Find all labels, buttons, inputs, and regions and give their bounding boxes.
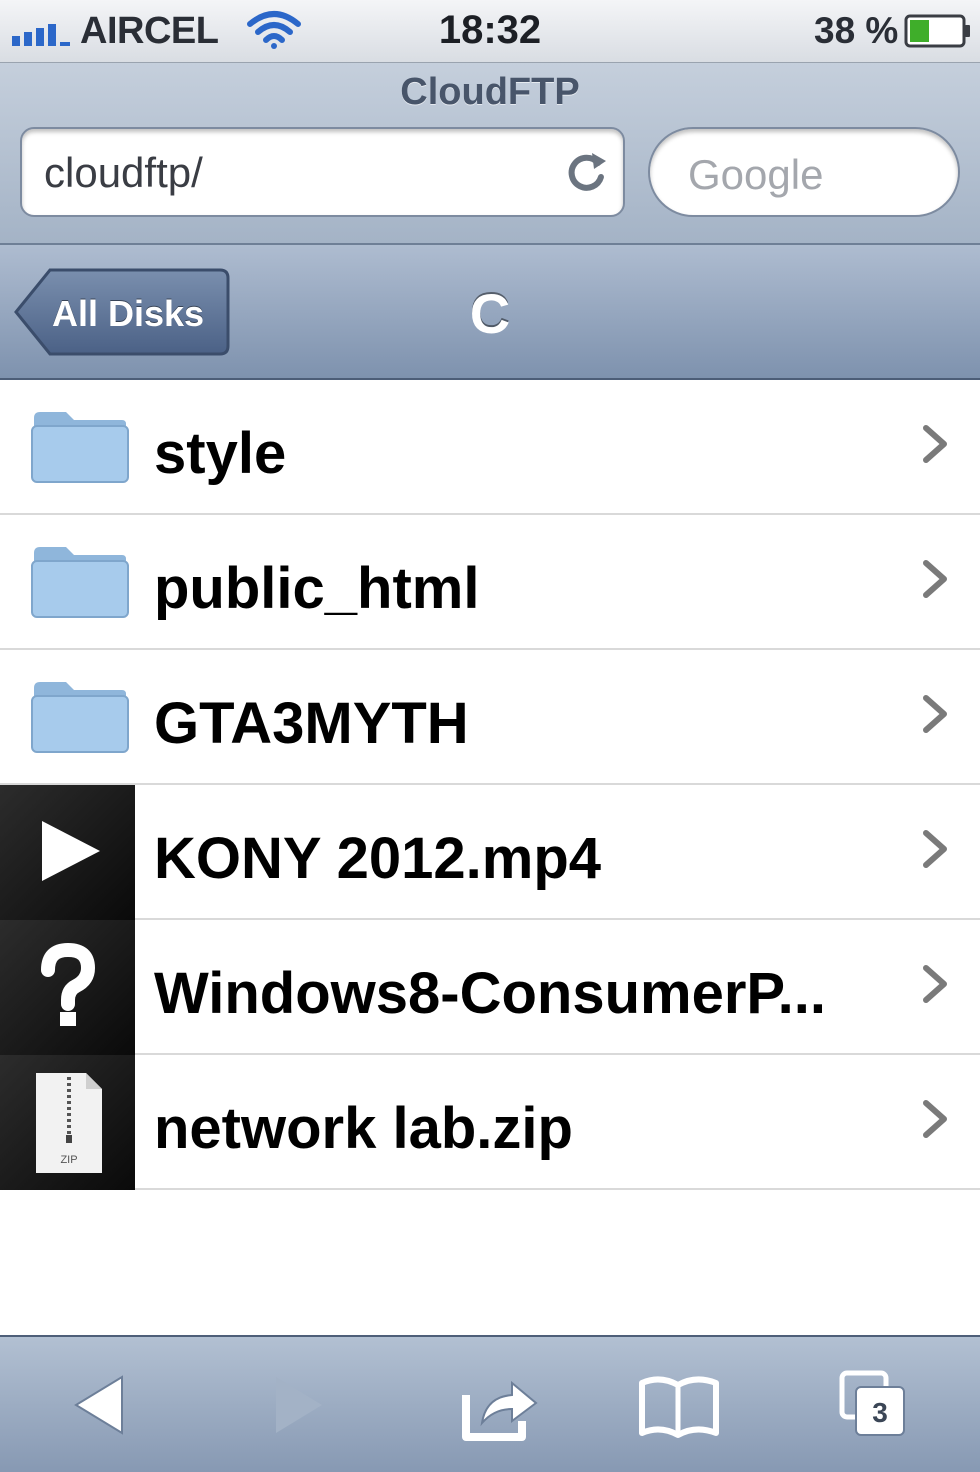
search-field[interactable]: Google bbox=[648, 127, 960, 217]
browser-header: CloudFTP cloudftp/ Google bbox=[0, 63, 980, 245]
battery-icon bbox=[904, 14, 970, 48]
zip-icon-label: ZIP bbox=[60, 1154, 77, 1166]
video-thumbnail bbox=[0, 785, 135, 920]
unknown-file-thumbnail bbox=[0, 920, 135, 1055]
zip-thumbnail: ZIP bbox=[0, 1055, 135, 1190]
chevron-right-icon bbox=[923, 695, 947, 733]
file-row[interactable]: style bbox=[0, 380, 980, 515]
status-bar: AIRCEL 18:32 38 % bbox=[0, 0, 980, 63]
reload-icon[interactable] bbox=[562, 149, 610, 197]
chevron-right-icon bbox=[923, 965, 947, 1003]
file-row[interactable]: KONY 2012.mp4 bbox=[0, 785, 980, 920]
chevron-right-icon bbox=[923, 830, 947, 868]
forward-icon[interactable] bbox=[252, 1365, 342, 1445]
zip-file-icon: ZIP bbox=[36, 1073, 102, 1173]
chevron-right-icon bbox=[923, 425, 947, 463]
browser-toolbar: 3 bbox=[0, 1335, 980, 1472]
folder-nav-bar: All Disks C bbox=[0, 245, 980, 380]
file-list: style public_html GTA3MYTH KONY 2012.mp4… bbox=[0, 380, 980, 1190]
file-name: Windows8-ConsumerP... bbox=[154, 961, 826, 1026]
file-row[interactable]: Windows8-ConsumerP... bbox=[0, 920, 980, 1055]
search-placeholder: Google bbox=[688, 151, 824, 198]
current-folder-title: C bbox=[469, 282, 511, 345]
chevron-right-icon bbox=[923, 560, 947, 598]
file-name: network lab.zip bbox=[154, 1096, 573, 1161]
share-icon[interactable] bbox=[452, 1365, 542, 1445]
file-name: public_html bbox=[154, 556, 480, 621]
folder-icon bbox=[31, 412, 129, 483]
folder-icon bbox=[31, 547, 129, 618]
back-icon[interactable] bbox=[56, 1365, 146, 1445]
tab-count: 3 bbox=[872, 1397, 888, 1428]
url-field[interactable]: cloudftp/ bbox=[20, 127, 625, 217]
tabs-button[interactable]: 3 bbox=[836, 1365, 926, 1445]
url-text: cloudftp/ bbox=[44, 149, 203, 196]
battery-percentage: 38 % bbox=[814, 10, 899, 51]
file-name: GTA3MYTH bbox=[154, 691, 469, 756]
file-name: style bbox=[154, 421, 287, 486]
file-row[interactable]: GTA3MYTH bbox=[0, 650, 980, 785]
file-row[interactable]: ZIP network lab.zip bbox=[0, 1055, 980, 1190]
question-mark-icon bbox=[41, 942, 96, 1026]
chevron-right-icon bbox=[923, 1100, 947, 1138]
folder-icon bbox=[31, 682, 129, 753]
page-title: CloudFTP bbox=[400, 71, 580, 113]
bookmarks-icon[interactable] bbox=[634, 1365, 724, 1445]
file-row[interactable]: public_html bbox=[0, 515, 980, 650]
file-name: KONY 2012.mp4 bbox=[154, 826, 602, 891]
play-icon bbox=[42, 821, 100, 881]
